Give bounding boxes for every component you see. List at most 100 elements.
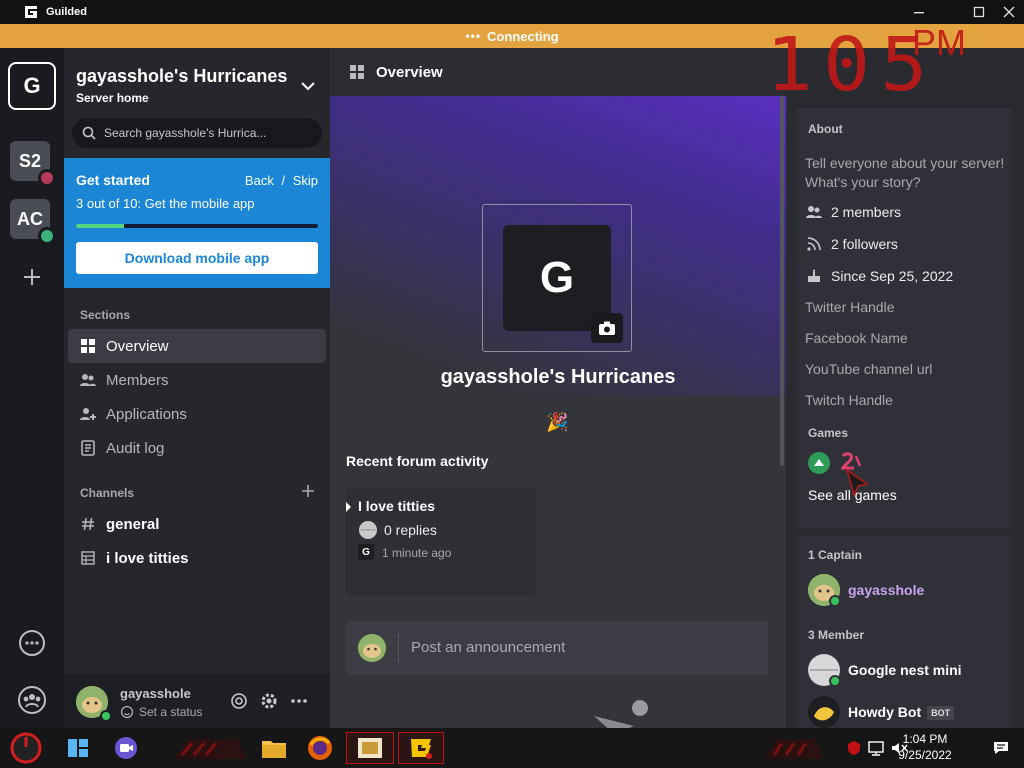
cursor-icon [845,468,869,498]
sidebar-item-applications[interactable]: Applications [68,397,326,431]
sidebar-item-members[interactable]: Members [68,363,326,397]
main-scrollbar[interactable] [780,96,784,466]
plus-icon [302,485,314,497]
add-channel-button[interactable] [301,484,315,503]
taskbar-clock[interactable]: 1:04 PM 9/25/2022 [890,731,960,763]
games-header: Games [808,426,849,440]
skip-link[interactable]: Skip [293,173,318,188]
user-bar: gayasshole Set a status [64,674,330,728]
connecting-dots: ••• [465,29,482,43]
twitch-handle-link[interactable]: Twitch Handle [805,392,893,408]
download-mobile-app-button[interactable]: Download mobile app [76,242,318,274]
game-icon[interactable] [808,452,830,474]
community-icon [18,686,46,714]
channel-i-love-titties[interactable]: i love titties [68,541,326,575]
server-icon-s2[interactable]: S2 [10,141,56,187]
task-view-button[interactable] [62,732,94,764]
community-button[interactable] [16,684,48,716]
server-title: gayasshole's Hurricanes [440,366,676,388]
app-window-button[interactable] [346,732,394,764]
start-button[interactable] [6,732,46,764]
minimize-button[interactable] [904,0,934,24]
main-content: Overview G gayasshole's Hurricanes 🎉 Rec… [330,48,786,728]
settings-button[interactable] [260,692,278,715]
member-name-bot[interactable]: Howdy Bot BOT [848,704,955,721]
overlay-clock-ampm: PM [912,22,966,63]
forum-activity-card[interactable]: I love titties 0 replies G 1 minute ago [346,488,536,596]
server-game-badge [38,227,56,245]
members-icon [78,370,98,390]
overview-header: Overview [330,48,786,96]
overview-icon [78,336,98,356]
bot-badge: BOT [927,706,955,721]
sidebar-item-label: Members [106,371,169,389]
security-tray-icon[interactable] [844,728,864,768]
channel-label: general [106,515,160,533]
server-menu-button[interactable] [300,78,316,99]
set-status-button[interactable]: Set a status [120,705,202,719]
member-name[interactable]: Google nest mini [848,662,962,678]
captain-name[interactable]: gayasshole [848,582,924,598]
announcement-input[interactable]: Post an announcement [346,621,768,675]
taskbar-date: 9/25/2022 [898,748,952,762]
guilded-app-icon [411,739,432,759]
meet-button[interactable] [110,732,142,764]
member-avatar[interactable] [808,696,840,728]
chat-button[interactable] [16,628,48,660]
at-sign-icon [231,693,247,709]
server-icon-label: G [23,73,41,98]
user-avatar [358,634,386,662]
server-rail: G S2 AC [0,48,64,728]
sidebar-item-audit-log[interactable]: Audit log [68,431,326,465]
maximize-button[interactable] [964,0,994,24]
sidebar-item-label: Applications [106,405,187,423]
notifications-button[interactable] [990,728,1012,768]
server-icon-ac[interactable]: AC [10,199,56,245]
twitter-handle-link[interactable]: Twitter Handle [805,299,894,315]
back-link[interactable]: Back [245,173,274,188]
server-icon-active[interactable]: G [8,62,56,110]
member-name: Howdy Bot [848,704,922,720]
forum-replies: 0 replies [384,522,437,538]
more-options-button[interactable] [290,692,308,715]
members-card: 1 Captain gayasshole 3 Member Google nes… [796,536,1012,728]
firefox-button[interactable] [300,732,340,764]
mentions-button[interactable] [230,692,248,715]
divider [398,633,399,663]
chat-bubble-icon [19,630,45,656]
decorative-illustration-icon [594,700,648,728]
server-logo-frame[interactable]: G [482,204,632,352]
page-title: Overview [376,63,443,81]
link-separator: / [281,173,286,188]
sidebar-item-overview[interactable]: Overview [68,329,326,363]
audit-log-icon [78,438,98,458]
server-notification-dot [38,169,56,187]
search-placeholder: Search gayasshole's Hurrica... [104,126,267,140]
network-tray-icon[interactable] [866,728,886,768]
overview-icon [350,65,364,79]
right-panel: About Tell everyone about your server! W… [786,48,1024,728]
server-name[interactable]: gayasshole's Hurricanes [76,66,287,87]
channel-general[interactable]: general [68,507,326,541]
facebook-name-link[interactable]: Facebook Name [805,330,908,346]
youtube-channel-link[interactable]: YouTube channel url [805,361,932,377]
hash-icon [78,514,98,534]
guilded-taskbar-button[interactable] [398,732,444,764]
add-server-button[interactable] [16,261,48,293]
change-logo-button[interactable] [591,313,623,343]
guilded-logo-icon [24,5,38,19]
search-input[interactable]: Search gayasshole's Hurrica... [72,118,322,148]
announcement-placeholder: Post an announcement [411,639,566,656]
more-dots-icon [291,699,307,703]
power-start-icon [10,732,42,764]
members-stat[interactable]: 2 members [805,202,901,222]
forum-icon [78,548,98,568]
file-explorer-button[interactable] [256,732,292,764]
recent-forum-header: Recent forum activity [346,453,489,469]
unread-marker-icon [346,502,351,512]
close-button[interactable] [994,0,1024,24]
party-emoji: 🎉 [546,412,569,432]
followers-stat[interactable]: 2 followers [805,234,898,254]
forum-timestamp: 1 minute ago [382,546,452,560]
server-sidebar: gayasshole's Hurricanes Server home Sear… [64,48,330,728]
